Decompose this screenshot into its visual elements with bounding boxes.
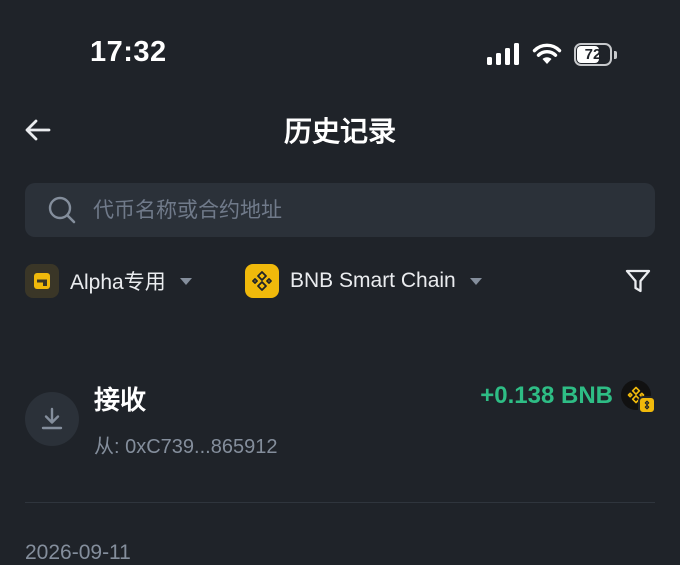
- bnb-chain-icon: [245, 264, 279, 298]
- battery-level: 72: [584, 46, 602, 63]
- bnb-chain-badge-icon: [638, 396, 656, 414]
- page-title: 历史记录: [283, 116, 396, 147]
- cellular-signal-icon: [487, 43, 519, 65]
- nav-header: 历史记录: [0, 100, 680, 160]
- divider: [25, 502, 655, 503]
- transaction-amount: +0.138 BNB: [480, 382, 613, 409]
- alpha-icon: [25, 264, 59, 298]
- filter-bar: Alpha专用 BNB Smart Chain: [0, 262, 680, 302]
- date-group-header: 2026-09-11: [25, 541, 131, 564]
- category-dropdown[interactable]: Alpha专用: [25, 264, 192, 298]
- transaction-sender: 从: 0xC739...865912: [94, 436, 278, 458]
- battery-icon: 72: [574, 43, 618, 67]
- status-time: 17:32: [90, 36, 167, 68]
- chain-label: BNB Smart Chain: [290, 269, 456, 292]
- chevron-down-icon: [179, 277, 192, 285]
- chain-dropdown[interactable]: BNB Smart Chain: [245, 264, 482, 298]
- download-icon: [25, 392, 79, 446]
- funnel-icon[interactable]: [624, 267, 652, 295]
- status-bar: 17:32 72: [0, 0, 680, 100]
- transaction-type: 接收: [94, 385, 147, 415]
- search-bar: [25, 183, 655, 239]
- transaction-row[interactable]: 接收 从: 0xC739...865912 +0.138 BNB: [0, 370, 680, 470]
- search-input[interactable]: [91, 183, 635, 239]
- category-label: Alpha专用: [70, 271, 166, 294]
- chevron-down-icon: [469, 277, 482, 285]
- search-icon: [48, 196, 76, 224]
- bnb-token-icon: [621, 380, 656, 414]
- wifi-icon: [532, 43, 562, 64]
